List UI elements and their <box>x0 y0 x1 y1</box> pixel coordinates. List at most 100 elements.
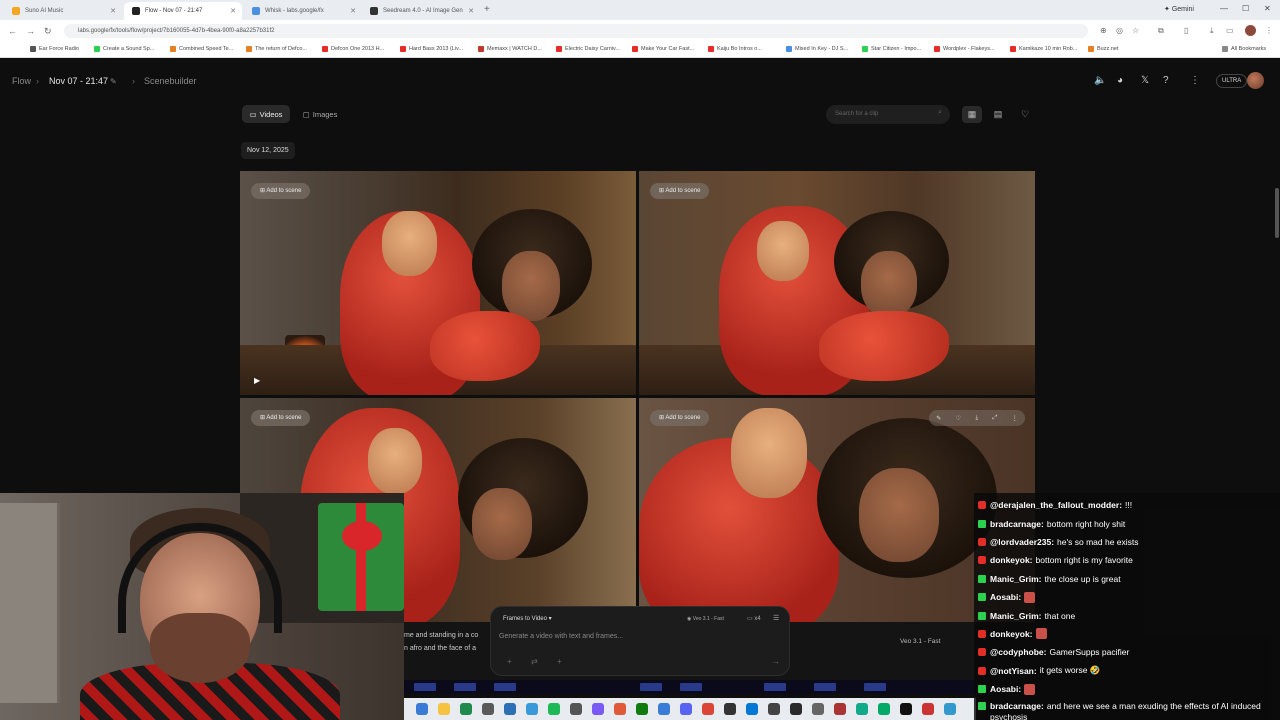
taskbar-app-icon[interactable] <box>416 703 428 715</box>
taskbar-app-icon[interactable] <box>878 703 890 715</box>
browser-tab[interactable]: Seedream 4.0 - AI Image Gen ✕ <box>362 2 480 20</box>
bookmark[interactable]: Wordplex - Flakeys... <box>934 46 995 52</box>
taskbar-app-icon[interactable] <box>724 703 736 715</box>
timeline-frame[interactable] <box>764 683 786 691</box>
breadcrumb-flow[interactable]: Flow <box>12 76 31 86</box>
taskbar-app-icon[interactable] <box>746 703 758 715</box>
breadcrumb-scenebuilder[interactable]: Scenebuilder <box>144 76 197 86</box>
taskbar-app-icon[interactable] <box>592 703 604 715</box>
bookmark[interactable]: Combined Speed Te... <box>170 46 233 52</box>
taskbar-app-icon[interactable] <box>482 703 494 715</box>
mode-select[interactable]: Frames to Video ▾ <box>503 615 552 622</box>
maximize-icon[interactable]: ☐ <box>1242 4 1249 13</box>
taskbar-app-icon[interactable] <box>504 703 516 715</box>
tab-videos[interactable]: ▭ Videos <box>242 105 290 123</box>
send-arrow-icon[interactable]: → <box>771 656 780 666</box>
add-to-scene-button[interactable]: ⊞ Add to scene <box>251 183 311 199</box>
browser-tab[interactable]: Suno AI Music ✕ <box>4 2 122 20</box>
forward-icon[interactable]: → <box>26 26 35 36</box>
prompt-input[interactable]: Generate a video with text and frames... <box>499 633 623 640</box>
x-twitter-icon[interactable]: 𝕏 <box>1141 75 1149 86</box>
taskbar-app-icon[interactable] <box>680 703 692 715</box>
url-field[interactable]: labs.google/fx/tools/flow/project/7b1600… <box>64 24 1088 38</box>
menu-icon[interactable]: ⋮ <box>1265 26 1273 35</box>
bookmark[interactable]: Buzz.net <box>1088 46 1118 52</box>
taskbar-app-icon[interactable] <box>834 703 846 715</box>
timeline-frame[interactable] <box>494 683 516 691</box>
play-icon[interactable]: ▶ <box>254 376 260 385</box>
close-icon[interactable]: ✕ <box>468 7 474 15</box>
scene-timeline[interactable] <box>404 680 976 694</box>
taskbar-app-icon[interactable] <box>658 703 670 715</box>
browser-tab[interactable]: Whisk - labs.google/fx ✕ <box>244 2 362 20</box>
model-select[interactable]: ◉ Veo 3.1 - Fast <box>687 616 724 622</box>
bookmark[interactable]: Make Your Car Fast... <box>632 46 694 52</box>
tab-images[interactable]: ▢ Images <box>296 105 344 123</box>
more-vert-icon[interactable]: ⋮ <box>1190 75 1200 86</box>
bookmark[interactable]: Star Citizen - Impo... <box>862 46 921 52</box>
heart-icon[interactable]: ♡ <box>956 415 961 422</box>
add-to-scene-button[interactable]: ⊞ Add to scene <box>650 183 710 199</box>
user-avatar[interactable] <box>1247 72 1264 89</box>
edit-pencil-icon[interactable]: ✎ <box>110 77 117 86</box>
taskbar-app-icon[interactable] <box>944 703 956 715</box>
more-icon[interactable]: ⋮ <box>1012 415 1018 422</box>
add-to-scene-button[interactable]: ⊞ Add to scene <box>251 410 311 426</box>
bookmark[interactable]: The return of Defco... <box>246 46 307 52</box>
close-icon[interactable]: ✕ <box>350 7 356 15</box>
search-input[interactable]: Search for a clip ⌕ <box>826 105 950 124</box>
edit-icon[interactable]: ✎ <box>936 415 941 422</box>
star-icon[interactable]: ☆ <box>1132 26 1139 35</box>
close-icon[interactable]: ✕ <box>230 7 236 15</box>
settings-icon[interactable]: ☰ <box>773 614 779 622</box>
timeline-frame[interactable] <box>680 683 702 691</box>
taskbar-app-icon[interactable] <box>922 703 934 715</box>
reload-icon[interactable]: ↻ <box>44 26 52 37</box>
new-tab-button[interactable]: + <box>484 4 490 15</box>
discord-icon[interactable]: ◕ <box>1117 75 1123 86</box>
add-to-scene-button[interactable]: ⊞ Add to scene <box>650 410 710 426</box>
video-clip[interactable]: ⊞ Add to scene <box>639 171 1035 395</box>
taskbar-app-icon[interactable] <box>526 703 538 715</box>
timeline-frame[interactable] <box>864 683 886 691</box>
taskbar-app-icon[interactable] <box>438 703 450 715</box>
minimize-icon[interactable]: — <box>1220 4 1228 13</box>
taskbar-app-icon[interactable] <box>636 703 648 715</box>
gemini-button[interactable]: ✦ Gemini <box>1164 5 1194 13</box>
profile-avatar[interactable] <box>1245 25 1256 36</box>
timeline-frame[interactable] <box>454 683 476 691</box>
timeline-frame[interactable] <box>414 683 436 691</box>
bookmark[interactable]: Mixed In Key - DJ S... <box>786 46 848 52</box>
taskbar-app-icon[interactable] <box>856 703 868 715</box>
bookmark[interactable]: Hard Bass 2013 (Liv... <box>400 46 463 52</box>
install-icon[interactable]: ⊕ <box>1100 26 1107 35</box>
taskbar-app-icon[interactable] <box>570 703 582 715</box>
sidebar-icon[interactable]: ▯ <box>1184 26 1188 35</box>
bookmark[interactable]: Ear Force Radio <box>30 46 79 52</box>
timeline-frame[interactable] <box>814 683 836 691</box>
cast-icon[interactable]: ▭ <box>1226 26 1234 35</box>
taskbar-app-icon[interactable] <box>702 703 714 715</box>
grid-view-icon[interactable]: ▦ <box>962 106 982 123</box>
favorites-heart-icon[interactable]: ♡ <box>1015 106 1035 123</box>
browser-tab-active[interactable]: Flow - Nov 07 - 21:47 ✕ <box>124 2 242 20</box>
swap-frames-icon[interactable]: ⇄ <box>531 657 538 666</box>
taskbar-app-icon[interactable] <box>548 703 560 715</box>
bookmark[interactable]: Memaxx | WATCH D... <box>478 46 542 52</box>
bookmark[interactable]: Create a Sound Sp... <box>94 46 154 52</box>
video-clip[interactable]: ⊞ Add to scene ▶ <box>240 171 636 395</box>
taskbar-app-icon[interactable] <box>790 703 802 715</box>
project-title[interactable]: Nov 07 - 21:47 <box>49 76 108 86</box>
back-icon[interactable]: ← <box>8 26 17 36</box>
bookmark[interactable]: Kaiju Bo Intros o... <box>708 46 762 52</box>
close-icon[interactable]: ✕ <box>110 7 116 15</box>
add-start-frame-icon[interactable]: + <box>507 657 512 666</box>
bookmark[interactable]: Defcon One 2013 H... <box>322 46 384 52</box>
output-count[interactable]: ▭ x4 <box>747 615 761 622</box>
bookmark[interactable]: Kamikaze 10 min Rob... <box>1010 46 1077 52</box>
add-end-frame-icon[interactable]: + <box>557 657 562 666</box>
taskbar-app-icon[interactable] <box>614 703 626 715</box>
download-icon[interactable]: ⤓ <box>975 415 978 422</box>
bookmark[interactable]: Electric Daisy Carniv... <box>556 46 620 52</box>
close-window-icon[interactable]: ✕ <box>1264 4 1271 13</box>
